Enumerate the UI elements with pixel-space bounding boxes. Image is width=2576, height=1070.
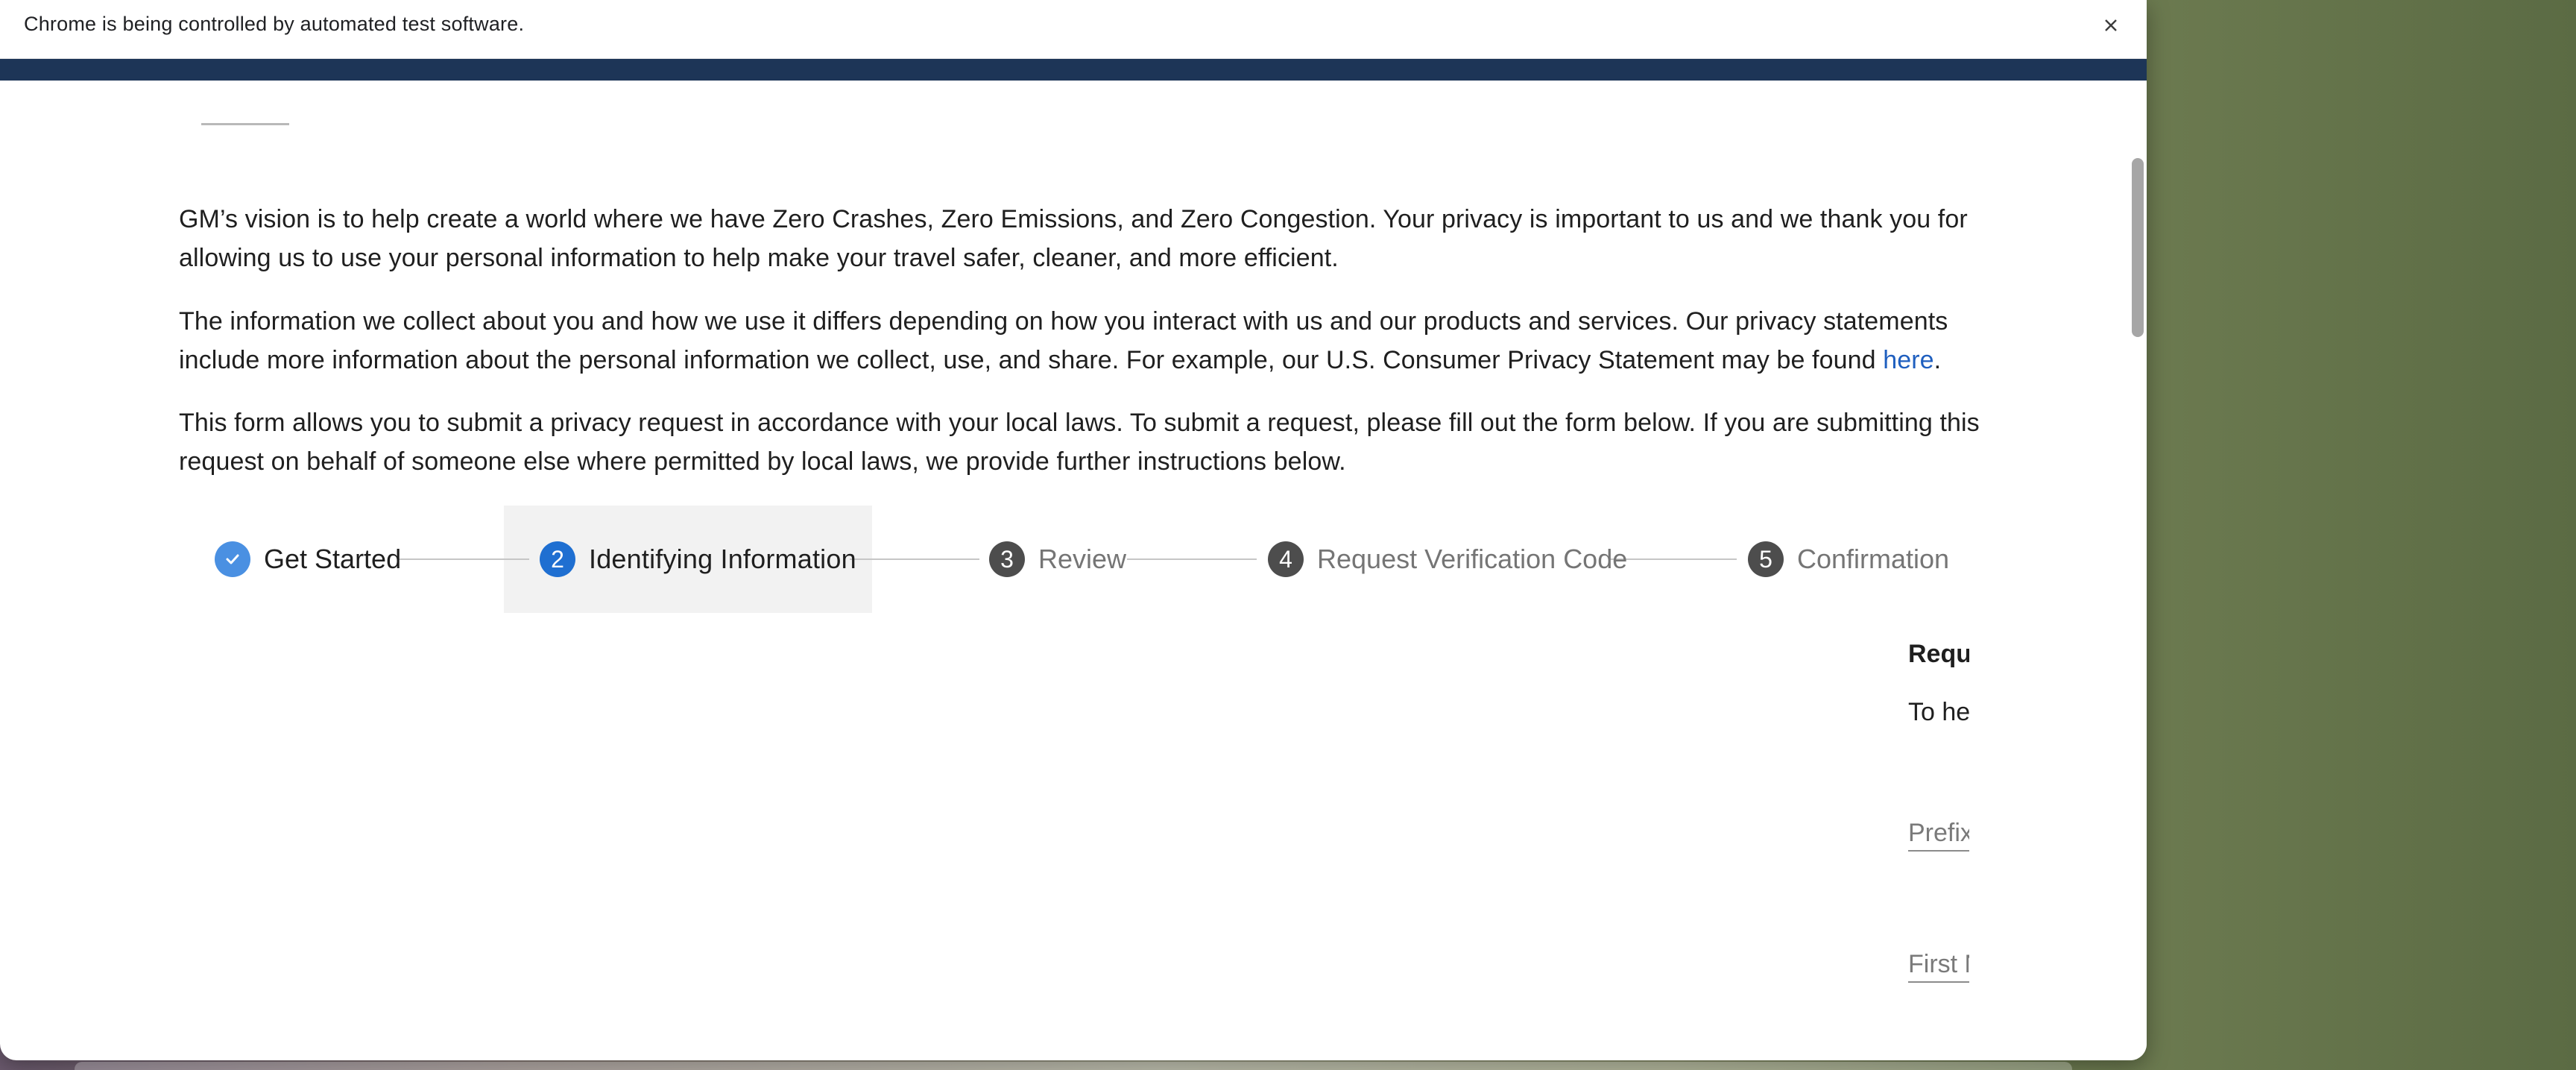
site-header-bar bbox=[0, 59, 2147, 81]
check-icon bbox=[215, 541, 250, 577]
request-heading: Reque bbox=[1908, 640, 1969, 668]
step-request-verification-code[interactable]: 4 Request Verification Code bbox=[1268, 540, 1627, 579]
close-icon[interactable] bbox=[2096, 10, 2126, 40]
prefix-field[interactable]: Prefix bbox=[1908, 814, 1969, 852]
intro-paragraph-form: This form allows you to submit a privacy… bbox=[179, 409, 1980, 476]
step-connector bbox=[398, 558, 529, 560]
step-label: Request Verification Code bbox=[1317, 544, 1628, 574]
automation-infobar: Chrome is being controlled by automated … bbox=[0, 0, 2147, 59]
step-label: Get Started bbox=[264, 544, 402, 574]
step-connector bbox=[1610, 558, 1737, 560]
step-connector bbox=[850, 558, 979, 560]
first-name-placeholder: First N bbox=[1908, 950, 1969, 978]
step-number: 5 bbox=[1748, 541, 1784, 577]
step-review[interactable]: 3 Review bbox=[989, 540, 1126, 579]
step-label: Identifying Information bbox=[589, 544, 856, 574]
step-identifying-information[interactable]: 2 Identifying Information bbox=[540, 540, 856, 579]
request-instructions: To hel bbox=[1908, 698, 1969, 726]
step-connector bbox=[1127, 558, 1257, 560]
infobar-message: Chrome is being controlled by automated … bbox=[24, 13, 525, 35]
step-number: 2 bbox=[540, 541, 575, 577]
request-form-column: Reque To hel Prefix First N bbox=[1908, 81, 1969, 1060]
intro-paragraph-information-text: The information we collect about you and… bbox=[179, 307, 1948, 374]
intro-paragraph-vision: GM’s vision is to help create a world wh… bbox=[179, 205, 1968, 272]
step-label: Review bbox=[1038, 544, 1127, 574]
step-number: 3 bbox=[989, 541, 1025, 577]
progress-stepper: Get Started 2 Identifying Information 3 … bbox=[0, 506, 2133, 616]
prefix-placeholder: Prefix bbox=[1908, 819, 1969, 847]
divider bbox=[201, 123, 289, 125]
browser-window: Chrome is being controlled by automated … bbox=[0, 0, 2147, 1060]
scrollbar-thumb[interactable] bbox=[2132, 158, 2144, 337]
intro-paragraph-information: The information we collect about you and… bbox=[179, 302, 1983, 380]
dock-edge bbox=[75, 1062, 2072, 1070]
page-content: GM’s vision is to help create a world wh… bbox=[0, 81, 2133, 1060]
step-number: 4 bbox=[1268, 541, 1304, 577]
step-get-started[interactable]: Get Started bbox=[215, 540, 401, 579]
first-name-field[interactable]: First N bbox=[1908, 945, 1969, 983]
